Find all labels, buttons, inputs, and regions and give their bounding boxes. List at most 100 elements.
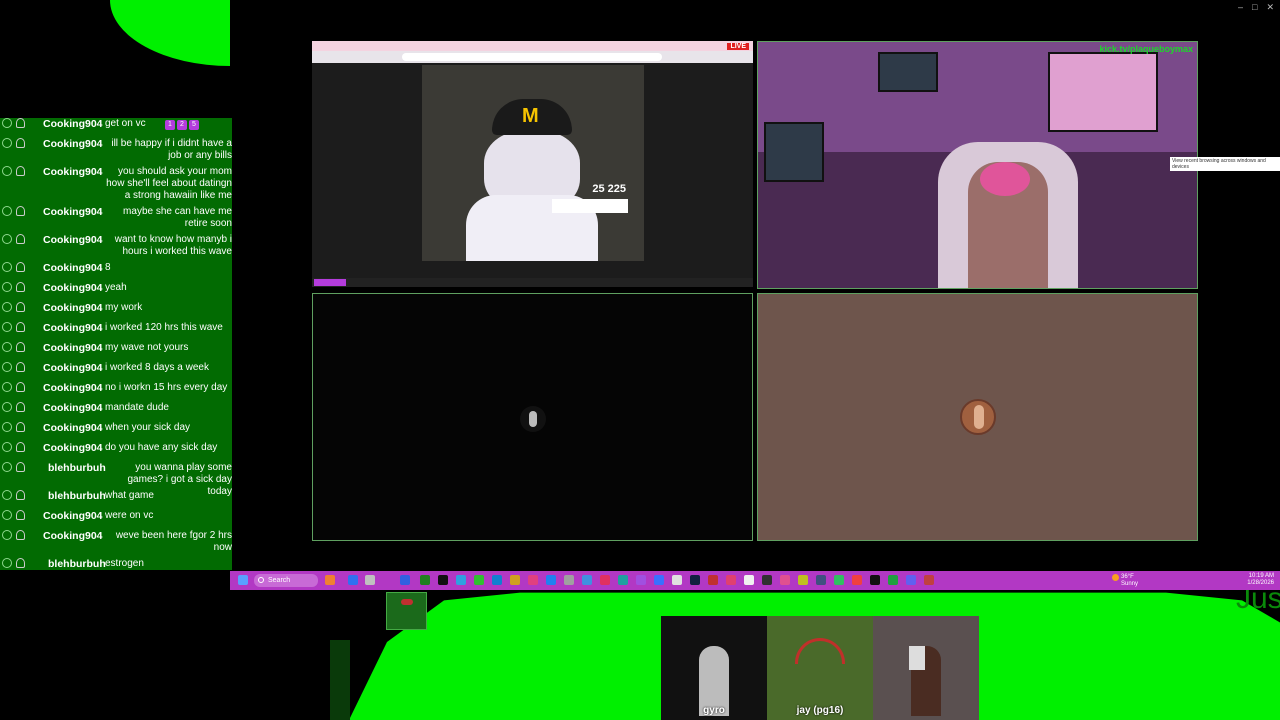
mod-icon[interactable] bbox=[2, 282, 12, 292]
chat-username[interactable]: Cooking904 bbox=[43, 530, 103, 542]
taskbar-app-icon[interactable] bbox=[762, 575, 772, 585]
taskbar-app-icon[interactable] bbox=[870, 575, 880, 585]
chat-username[interactable]: Cooking904 bbox=[43, 510, 103, 522]
taskbar-app-icon[interactable] bbox=[636, 575, 646, 585]
chat-username[interactable]: Cooking904 bbox=[43, 422, 103, 434]
taskbar-app-icon[interactable] bbox=[888, 575, 898, 585]
taskbar-app-icon[interactable] bbox=[510, 575, 520, 585]
user-icon[interactable] bbox=[16, 138, 25, 148]
user-icon[interactable] bbox=[16, 382, 25, 392]
chat-username[interactable]: Cooking904 bbox=[43, 138, 103, 150]
user-icon[interactable] bbox=[16, 322, 25, 332]
mod-icon[interactable] bbox=[2, 234, 12, 244]
taskbar-app-icon[interactable] bbox=[816, 575, 826, 585]
start-icon[interactable] bbox=[238, 575, 248, 585]
mod-icon[interactable] bbox=[2, 138, 12, 148]
taskbar-app-icon[interactable] bbox=[726, 575, 736, 585]
mod-icon[interactable] bbox=[2, 530, 12, 540]
address-bar[interactable] bbox=[402, 53, 662, 61]
taskbar-app-icon[interactable] bbox=[672, 575, 682, 585]
search-box[interactable]: Search bbox=[254, 574, 318, 587]
taskbar-app-icon[interactable] bbox=[834, 575, 844, 585]
user-icon[interactable] bbox=[16, 510, 25, 520]
taskbar-app-icon[interactable] bbox=[708, 575, 718, 585]
browser-tabs[interactable] bbox=[312, 41, 753, 51]
mod-icon[interactable] bbox=[2, 342, 12, 352]
chat-username[interactable]: Cooking904 bbox=[43, 442, 103, 454]
taskbar-app-icon[interactable] bbox=[420, 575, 430, 585]
minimize-button[interactable]: – bbox=[1238, 2, 1243, 13]
taskbar-app-icon[interactable] bbox=[924, 575, 934, 585]
taskbar-app-icon[interactable] bbox=[456, 575, 466, 585]
user-icon[interactable] bbox=[16, 558, 25, 568]
system-clock[interactable]: 10:19 AM 1/28/2026 bbox=[1247, 573, 1274, 587]
mod-icon[interactable] bbox=[2, 362, 12, 372]
user-icon[interactable] bbox=[16, 206, 25, 216]
user-icon[interactable] bbox=[16, 118, 25, 128]
taskbar-app-icon[interactable] bbox=[744, 575, 754, 585]
chat-username[interactable]: Cooking904 bbox=[43, 342, 103, 354]
chat-username[interactable]: Cooking904 bbox=[43, 234, 103, 246]
stream-panel-vtuber[interactable]: LIVE M 25 225 bbox=[312, 41, 753, 287]
mod-icon[interactable] bbox=[2, 166, 12, 176]
mod-icon[interactable] bbox=[2, 462, 12, 472]
taskbar-app-icon[interactable] bbox=[618, 575, 628, 585]
taskbar-app-icon[interactable] bbox=[325, 575, 335, 585]
mod-icon[interactable] bbox=[2, 558, 12, 568]
user-icon[interactable] bbox=[16, 530, 25, 540]
user-icon[interactable] bbox=[16, 342, 25, 352]
taskbar-app-icon[interactable] bbox=[690, 575, 700, 585]
taskbar-app-icon[interactable] bbox=[546, 575, 556, 585]
taskbar-app-icon[interactable] bbox=[564, 575, 574, 585]
chat-username[interactable]: blehburbuh bbox=[48, 462, 106, 474]
mod-icon[interactable] bbox=[2, 402, 12, 412]
taskbar-app-icon[interactable] bbox=[348, 575, 358, 585]
chat-username[interactable]: Cooking904 bbox=[43, 302, 103, 314]
maximize-button[interactable]: □ bbox=[1252, 2, 1257, 13]
mod-icon[interactable] bbox=[2, 510, 12, 520]
chat-username[interactable]: blehburbuh bbox=[48, 490, 106, 502]
taskbar-app-icon[interactable] bbox=[582, 575, 592, 585]
taskbar-app-icon[interactable] bbox=[852, 575, 862, 585]
mod-icon[interactable] bbox=[2, 490, 12, 500]
taskbar-app-icon[interactable] bbox=[474, 575, 484, 585]
chat-username[interactable]: blehburbuh bbox=[48, 558, 106, 570]
taskbar-app-icon[interactable] bbox=[528, 575, 538, 585]
mod-icon[interactable] bbox=[2, 382, 12, 392]
user-icon[interactable] bbox=[16, 166, 25, 176]
mod-icon[interactable] bbox=[2, 262, 12, 272]
stream-panel-room[interactable]: kick.tv/plaqueboymax bbox=[757, 41, 1198, 289]
user-icon[interactable] bbox=[16, 234, 25, 244]
chat-username[interactable]: Cooking904 bbox=[43, 402, 103, 414]
user-icon[interactable] bbox=[16, 402, 25, 412]
user-icon[interactable] bbox=[16, 422, 25, 432]
taskbar-app-icon[interactable] bbox=[798, 575, 808, 585]
user-icon[interactable] bbox=[16, 302, 25, 312]
mod-icon[interactable] bbox=[2, 442, 12, 452]
mod-icon[interactable] bbox=[2, 322, 12, 332]
user-icon[interactable] bbox=[16, 442, 25, 452]
mod-icon[interactable] bbox=[2, 118, 12, 128]
chat-username[interactable]: Cooking904 bbox=[43, 118, 103, 130]
user-icon[interactable] bbox=[16, 262, 25, 272]
panel-toolbar-icons[interactable] bbox=[314, 279, 346, 286]
chat-username[interactable]: Cooking904 bbox=[43, 206, 103, 218]
mod-icon[interactable] bbox=[2, 422, 12, 432]
taskbar-app-icon[interactable] bbox=[780, 575, 790, 585]
taskbar-app-icon[interactable] bbox=[438, 575, 448, 585]
taskbar-app-icon[interactable] bbox=[654, 575, 664, 585]
weather-widget[interactable]: 36°F Sunny bbox=[1112, 574, 1138, 587]
taskbar-app-icon[interactable] bbox=[400, 575, 410, 585]
chat-username[interactable]: Cooking904 bbox=[43, 166, 103, 178]
chat-username[interactable]: Cooking904 bbox=[43, 262, 103, 274]
user-icon[interactable] bbox=[16, 362, 25, 372]
chat-username[interactable]: Cooking904 bbox=[43, 362, 103, 374]
mod-icon[interactable] bbox=[2, 302, 12, 312]
mod-icon[interactable] bbox=[2, 206, 12, 216]
chat-username[interactable]: Cooking904 bbox=[43, 322, 103, 334]
chat-username[interactable]: Cooking904 bbox=[43, 282, 103, 294]
user-icon[interactable] bbox=[16, 282, 25, 292]
chat-username[interactable]: Cooking904 bbox=[43, 382, 103, 394]
taskbar-app-icon[interactable] bbox=[365, 575, 375, 585]
taskbar-app-icon[interactable] bbox=[492, 575, 502, 585]
